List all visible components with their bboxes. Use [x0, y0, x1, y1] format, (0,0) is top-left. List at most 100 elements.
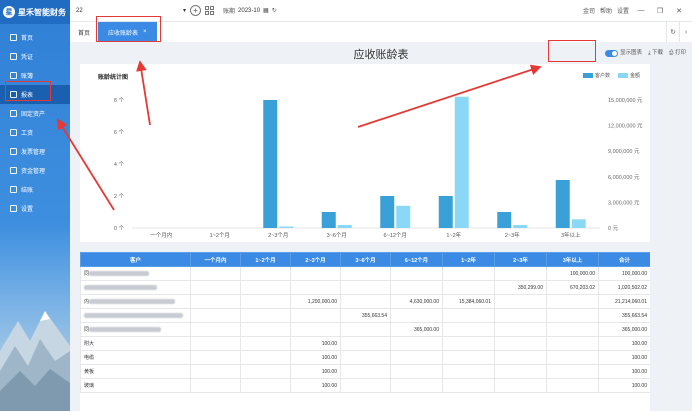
period-picker[interactable]: 账期 2023-10 ▦ ↻: [223, 6, 277, 16]
download-button[interactable]: ⤓ 下载: [648, 48, 663, 57]
bar-count: [321, 212, 336, 228]
org-name: 22: [76, 7, 83, 14]
customer-cell: 电缆: [80, 350, 191, 365]
grid-icon[interactable]: [205, 5, 215, 16]
table-row[interactable]: 内 1,200,000.00 4,630,000.00 15,384,060.01 21…: [80, 294, 650, 309]
table-row[interactable]: 玻璃 100.00 100.00: [80, 378, 650, 393]
customer-cell: 黄板: [80, 364, 191, 379]
sidebar-item-label: 首页: [21, 36, 34, 42]
org-select[interactable]: 22 ▾: [76, 7, 186, 15]
amount-cell: [442, 308, 495, 323]
sidebar-item-label: 发票管理: [21, 150, 46, 156]
amount-cell: 21,214,060.01: [598, 294, 650, 309]
top-link-settings[interactable]: 设置: [617, 6, 629, 15]
column-header[interactable]: 2~3个月: [290, 252, 341, 267]
column-header[interactable]: 客户: [80, 252, 191, 267]
amount-cell: [240, 378, 291, 393]
column-header[interactable]: 1~2年: [442, 252, 495, 267]
y-left-tick-label: 8 个: [114, 97, 125, 104]
amount-cell: [494, 322, 547, 337]
bar-amount: [454, 96, 469, 228]
customer-cell: 同: [80, 266, 191, 281]
add-icon[interactable]: +: [190, 5, 201, 16]
aging-table-container[interactable]: 客户 一个月内 1~2个月 2~3个月 3~6个月 6~12个月 1~2年 2~3年 3年以上合…: [80, 252, 650, 411]
amount-cell: [494, 266, 547, 281]
sidebar-item-6[interactable]: 发票管理: [0, 142, 70, 161]
x-tick-label: 2~3个月: [268, 232, 288, 239]
column-header[interactable]: 合计: [598, 252, 650, 267]
sidebar-item-5[interactable]: 工资: [0, 123, 70, 142]
top-link-help[interactable]: 帮助: [600, 6, 612, 15]
amount-cell: 100.00: [290, 336, 341, 351]
tab-home[interactable]: 首页: [70, 28, 98, 37]
bar-count: [497, 212, 512, 228]
y-right-tick-label: 12,000,000 元: [608, 123, 643, 130]
brand-logo[interactable]: 星 星禾智能财务: [0, 0, 70, 24]
table-row[interactable]: 附大 100.00 100.00: [80, 336, 650, 351]
chart-toggle[interactable]: 显示图表: [605, 48, 642, 57]
ledger-icon: [10, 72, 17, 79]
legend-item-amount[interactable]: 金额: [617, 72, 640, 79]
sidebar-item-4[interactable]: 固定资产: [0, 104, 70, 123]
amount-cell: [240, 294, 291, 309]
table-row[interactable]: 黄板 100.00 100.00: [80, 364, 650, 379]
column-header[interactable]: 2~3年: [494, 252, 547, 267]
column-header[interactable]: 6~12个月: [390, 252, 443, 267]
column-header[interactable]: 3年以上: [546, 252, 599, 267]
print-button[interactable]: ⎙ 打印: [669, 48, 686, 57]
amount-cell: [340, 378, 391, 393]
customer-cell: [80, 308, 191, 323]
bar-count: [263, 100, 278, 228]
amount-cell: [390, 364, 443, 379]
maximize-icon[interactable]: ❐: [653, 7, 667, 15]
top-bar: 22 ▾ + 账期 2023-10 ▦ ↻ 金司 帮助 设置 — ❐ ✕: [70, 0, 692, 22]
amount-cell: [190, 364, 241, 379]
table-row[interactable]: 350,299.00 670,203.02 1,020,502.02: [80, 280, 650, 295]
y-right-tick-label: 15,000,000 元: [608, 97, 643, 104]
close-icon[interactable]: ✕: [672, 7, 686, 15]
amount-cell: [240, 364, 291, 379]
table-row[interactable]: 电缆 100.00 100.00: [80, 350, 650, 365]
amount-cell: 100,000.00: [546, 266, 599, 281]
top-link-company[interactable]: 金司: [583, 6, 595, 15]
refresh-icon[interactable]: ↻: [272, 7, 277, 14]
customer-cell: 附大: [80, 336, 191, 351]
bar-count: [555, 180, 570, 228]
amount-cell: [390, 308, 443, 323]
amount-cell: [494, 350, 547, 365]
sidebar-item-9[interactable]: 设置: [0, 199, 70, 218]
sidebar-item-2[interactable]: 账簿: [0, 66, 70, 85]
calendar-icon[interactable]: ▦: [263, 7, 269, 14]
amount-cell: [546, 322, 599, 337]
sidebar-item-0[interactable]: 首页: [0, 28, 70, 47]
column-header[interactable]: 1~2个月: [240, 252, 291, 267]
sidebar-item-7[interactable]: 资金管理: [0, 161, 70, 180]
table-row[interactable]: 同 100,000.00 100,000.00: [80, 266, 650, 281]
amount-cell: [240, 280, 291, 295]
amount-cell: 1,020,502.02: [598, 280, 650, 295]
legend-item-count[interactable]: 客户数: [582, 72, 610, 79]
table-row[interactable]: 355,663.54 355,663.54: [80, 308, 650, 323]
amount-cell: [494, 364, 547, 379]
sidebar-item-1[interactable]: 凭证: [0, 47, 70, 66]
column-header[interactable]: 一个月内: [190, 252, 241, 267]
minimize-icon[interactable]: —: [634, 7, 648, 14]
amount-cell: [340, 266, 391, 281]
chevron-right-icon[interactable]: ›: [679, 22, 692, 42]
amount-cell: [340, 336, 391, 351]
sidebar-item-3[interactable]: 报表: [0, 85, 70, 104]
y-right-tick-label: 0 元: [608, 225, 619, 232]
table-row[interactable]: 同 365,000.00 365,000.00: [80, 322, 650, 337]
sidebar-item-8[interactable]: 结账: [0, 180, 70, 199]
column-header[interactable]: 3~6个月: [340, 252, 391, 267]
tab-close-icon[interactable]: ×: [143, 29, 147, 35]
amount-cell: 100.00: [598, 336, 650, 351]
amount-cell: [290, 308, 341, 323]
amount-cell: [442, 364, 495, 379]
reload-icon[interactable]: ↻: [666, 22, 679, 42]
amount-cell: 670,203.02: [546, 280, 599, 295]
toggle-icon[interactable]: [605, 49, 619, 57]
amount-cell: [546, 336, 599, 351]
asset-icon: [10, 110, 17, 117]
tab-aging-report[interactable]: 应收账龄表 ×: [98, 22, 157, 42]
